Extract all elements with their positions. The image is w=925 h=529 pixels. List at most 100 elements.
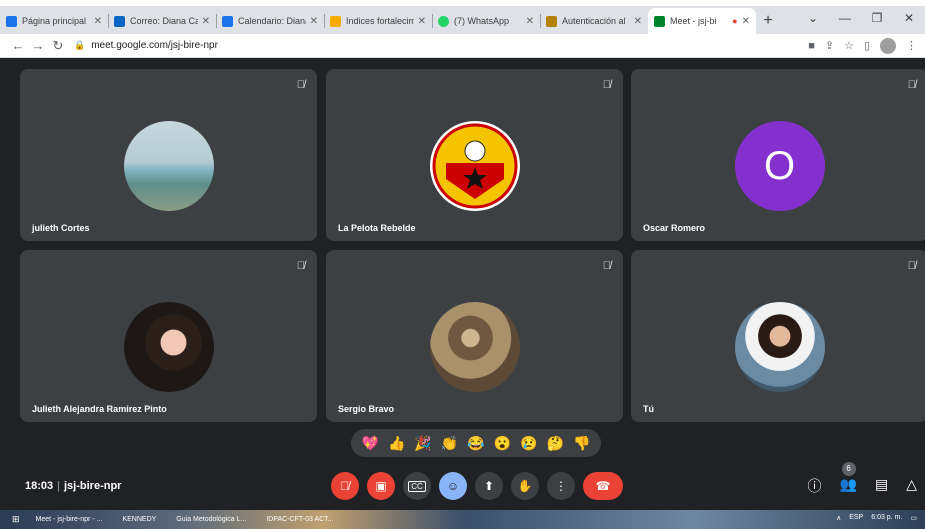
mic-off-icon: 🎙̸	[907, 79, 916, 91]
reaction-party[interactable]: 🎉	[414, 435, 431, 452]
taskbar-item[interactable]: Meet - jsj-bire-npr - ...	[32, 516, 107, 523]
new-tab-button[interactable]: +	[756, 8, 780, 34]
taskbar-item[interactable]: Guia Metodológica L...	[172, 516, 250, 523]
mic-off-icon: 🎙̸	[602, 79, 611, 91]
participant-tile[interactable]: 🎙̸ Julieth Alejandra Ramirez Pinto	[20, 250, 317, 422]
bottom-bar: 18:03 | jsj-bire-npr 🎙̸ ▣ CC ☺ ⬆ ✋ ⋮ ☎ ⓘ 6…	[0, 462, 925, 510]
tab-1[interactable]: Correo: Diana Ca ✕	[108, 8, 216, 34]
tab-3[interactable]: Indices fortalecim ✕	[324, 8, 432, 34]
camera-toggle-button[interactable]: ▣	[367, 472, 395, 500]
tab-4[interactable]: (7) WhatsApp ✕	[432, 8, 540, 34]
la-pelota-rebelde-logo-icon	[432, 123, 517, 209]
url-text: meet.google.com/jsj-bire-npr	[91, 40, 218, 51]
tab-close-icon[interactable]: ✕	[202, 16, 210, 27]
share-icon[interactable]: ⇪	[825, 39, 834, 52]
taskbar-item[interactable]: IDPAC-CFT-03 ACT...	[262, 516, 337, 523]
captions-button[interactable]: CC	[403, 472, 431, 500]
reaction-heart[interactable]: 💖	[362, 435, 379, 452]
mic-off-icon: 🎙̸	[907, 260, 916, 272]
profile-avatar[interactable]	[880, 37, 896, 54]
star-icon[interactable]: ☆	[844, 39, 854, 52]
reaction-thumbs-up[interactable]: 👍	[388, 435, 405, 452]
menu-icon[interactable]: ⋮	[906, 39, 917, 52]
avatar	[123, 302, 214, 392]
reaction-thumbs-down[interactable]: 👎	[573, 435, 590, 452]
reaction-surprised[interactable]: 😮	[494, 435, 511, 452]
omnibox[interactable]: 🔒 meet.google.com/jsj-bire-npr	[74, 36, 808, 56]
tab-favicon-icon	[546, 15, 557, 27]
lock-icon[interactable]: 🔒	[74, 40, 85, 51]
side-controls: ⓘ 6 👥 ▤ △	[808, 462, 917, 496]
forward-icon[interactable]: →	[28, 38, 48, 53]
restore-button[interactable]: ❐	[861, 6, 893, 30]
reaction-clap[interactable]: 👏	[441, 435, 458, 452]
tray-chevron-icon[interactable]: ∧	[836, 514, 841, 522]
back-icon[interactable]: ←	[8, 38, 28, 53]
more-options-button[interactable]: ⋮	[547, 472, 575, 500]
reactions-bar: 💖 👍 🎉 👏 😂 😮 😢 🤔 👎	[351, 429, 601, 457]
avatar	[429, 121, 520, 211]
camera-off-icon: ▣	[375, 479, 387, 493]
participant-name: La Pelota Rebelde	[338, 223, 416, 233]
reaction-sad[interactable]: 😢	[520, 435, 537, 452]
mic-toggle-button[interactable]: 🎙̸	[331, 472, 359, 500]
avatar	[123, 121, 214, 211]
tab-5[interactable]: Autenticación al ✕	[540, 8, 648, 34]
people-icon: 👥	[839, 476, 857, 492]
side-panel-icon[interactable]: ▯	[864, 39, 870, 52]
participant-name: Julieth Alejandra Ramirez Pinto	[32, 404, 167, 414]
meeting-time: 18:03	[25, 480, 54, 492]
participant-tile[interactable]: 🎙̸ La Pelota Rebelde	[326, 69, 623, 241]
tab-0[interactable]: Página principal ✕	[0, 8, 108, 34]
tab-close-icon[interactable]: ✕	[742, 16, 750, 27]
reaction-laugh[interactable]: 😂	[467, 435, 484, 452]
tab-6-active[interactable]: Meet - jsj-bi ● ✕	[648, 8, 756, 34]
mic-off-icon: 🎙̸	[296, 79, 305, 91]
emoji-button[interactable]: ☺	[439, 472, 467, 500]
tab-favicon-icon	[222, 15, 233, 27]
notifications-icon[interactable]: ▭	[910, 514, 917, 522]
tab-favicon-icon	[6, 15, 17, 27]
camera-icon[interactable]: ■	[808, 40, 815, 52]
chat-icon[interactable]: ▤	[875, 476, 888, 496]
tab-close-icon[interactable]: ✕	[94, 16, 102, 27]
reload-icon[interactable]: ↻	[48, 38, 68, 54]
taskbar-item[interactable]: KENNEDY	[118, 516, 160, 523]
participant-tile[interactable]: 🎙̸ Tú	[631, 250, 925, 422]
hand-icon: ✋	[517, 479, 533, 493]
meeting-separator: |	[57, 480, 60, 492]
participant-tile[interactable]: 🎙̸ O Oscar Romero	[631, 69, 925, 241]
tab-close-icon[interactable]: ✕	[526, 16, 534, 27]
close-window-button[interactable]: ✕	[893, 6, 925, 30]
tab-search-icon[interactable]: ⌄	[797, 6, 829, 30]
participant-name: julieth Cortes	[32, 223, 90, 233]
meet-stage: 🎙̸ julieth Cortes 🎙̸ La Pelota Rebelde 🎙…	[0, 59, 925, 510]
tab-close-icon[interactable]: ✕	[418, 16, 426, 27]
recording-dot-icon: ●	[732, 16, 738, 26]
tab-favicon-icon	[438, 15, 449, 27]
tab-2[interactable]: Calendario: Diana ✕	[216, 8, 324, 34]
address-bar-row: ← → ↻ 🔒 meet.google.com/jsj-bire-npr ■ ⇪…	[0, 34, 925, 58]
leave-call-button[interactable]: ☎	[583, 472, 623, 500]
info-icon[interactable]: ⓘ	[808, 476, 822, 496]
raise-hand-button[interactable]: ✋	[511, 472, 539, 500]
reaction-thinking[interactable]: 🤔	[547, 435, 564, 452]
minimize-button[interactable]: —	[829, 6, 861, 30]
toolbar-icons: ■ ⇪ ☆ ▯ ⋮	[808, 37, 917, 54]
participant-tile[interactable]: 🎙̸ Sergio Bravo	[326, 250, 623, 422]
people-button[interactable]: 6 👥	[839, 462, 857, 496]
meeting-code: jsj-bire-npr	[64, 480, 122, 492]
tab-close-icon[interactable]: ✕	[634, 16, 642, 27]
participant-tile[interactable]: 🎙̸ julieth Cortes	[20, 69, 317, 241]
participant-name: Oscar Romero	[643, 223, 706, 233]
window-controls: ⌄ — ❐ ✕	[797, 6, 925, 30]
avatar-initial: O	[763, 143, 796, 188]
keyboard-language[interactable]: ESP	[849, 514, 863, 522]
tab-close-icon[interactable]: ✕	[310, 16, 318, 27]
mic-off-icon: 🎙̸	[602, 260, 611, 272]
activities-icon[interactable]: △	[906, 476, 917, 496]
avatar	[429, 302, 520, 392]
present-button[interactable]: ⬆	[475, 472, 503, 500]
start-icon[interactable]: ⊞	[12, 514, 20, 525]
taskbar-clock[interactable]: 6:03 p. m.	[871, 514, 902, 522]
